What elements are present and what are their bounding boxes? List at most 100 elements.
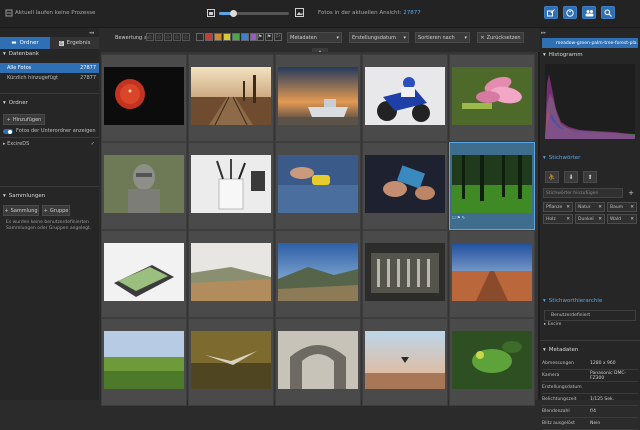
small-image-icon[interactable] xyxy=(207,9,215,17)
tab-folders[interactable]: ▬ Ordner xyxy=(0,37,50,49)
hierarchy-item-custom[interactable]: Benutzerdefiniert xyxy=(544,310,636,321)
photo-stone-statue xyxy=(104,155,184,213)
flag-filters[interactable]: ⚑ ⚑ ⚐ xyxy=(256,33,282,41)
flag-icon[interactable]: ⚑ xyxy=(256,33,264,41)
keywords-header[interactable]: ▾ Stichwörter xyxy=(543,155,580,161)
date-dropdown[interactable]: Erstellungsdatum ▾ xyxy=(349,32,409,43)
photo-tile[interactable]: ☐ ⚑ ✎ xyxy=(449,142,535,230)
photo-tile[interactable] xyxy=(362,142,448,230)
metadata-header[interactable]: ▾ Metadaten xyxy=(543,347,578,353)
photo-tile[interactable] xyxy=(449,54,535,142)
rating-stars[interactable]: ☆ ☆ ☆ ☆ ☆ xyxy=(146,33,190,41)
slider-handle[interactable] xyxy=(230,10,237,17)
metadata-row: Erstellungsdatum xyxy=(542,382,638,394)
photo-tile[interactable] xyxy=(362,318,448,406)
remove-tag-icon[interactable]: ✕ xyxy=(598,205,602,210)
photo-green-forest xyxy=(452,155,532,213)
remove-tag-icon[interactable]: ✕ xyxy=(630,217,634,222)
metadata-dropdown[interactable]: Metadaten ▾ xyxy=(287,32,342,43)
divider xyxy=(540,340,640,341)
window-edit-icon xyxy=(547,8,555,16)
keyword-action-button[interactable]: ⛹ xyxy=(545,171,559,183)
photo-tile[interactable] xyxy=(449,318,535,406)
reject-flag-icon[interactable]: ⚐ xyxy=(274,33,282,41)
chevron-down-icon: ▾ xyxy=(543,155,546,161)
color-swatch[interactable] xyxy=(205,33,213,41)
color-label-filters[interactable] xyxy=(196,33,258,41)
chevron-down-icon: ▾ xyxy=(403,34,406,41)
keyword-import-button[interactable]: ⬇ xyxy=(564,171,578,183)
photo-tile[interactable] xyxy=(101,54,187,142)
add-collection-button[interactable]: + Sammlung xyxy=(3,205,39,216)
thumbnail-size-slider[interactable] xyxy=(219,10,289,17)
collapse-left-icon[interactable]: ◂◂ xyxy=(89,30,94,36)
star-icon[interactable]: ☆ xyxy=(173,33,181,41)
remove-tag-icon[interactable]: ✕ xyxy=(630,205,634,210)
collapse-right-icon[interactable]: ▸▸ xyxy=(541,30,546,36)
add-group-button[interactable]: + Gruppe xyxy=(42,205,70,216)
tile-action-icons[interactable]: ☐ ⚑ ✎ xyxy=(452,215,465,220)
folders-section-header[interactable]: ▾ Ordner xyxy=(3,100,28,106)
add-keyword-icon[interactable]: + xyxy=(626,188,636,198)
no-color-swatch[interactable] xyxy=(196,33,204,41)
photo-tile[interactable] xyxy=(101,318,187,406)
color-swatch[interactable] xyxy=(223,33,231,41)
keyword-tag[interactable]: Pflanze ✕ xyxy=(543,202,573,212)
keyword-input[interactable]: Stichwörter hinzufügen xyxy=(543,188,623,198)
palette-button[interactable] xyxy=(563,6,577,19)
hierarchy-header[interactable]: ▾ Stichworthierarchie xyxy=(543,298,602,304)
photo-tile[interactable] xyxy=(101,142,187,230)
star-icon[interactable]: ☆ xyxy=(164,33,172,41)
photo-tile[interactable] xyxy=(275,142,361,230)
photo-railway-sunset xyxy=(191,67,271,125)
photo-tile[interactable] xyxy=(275,54,361,142)
photo-tile[interactable] xyxy=(188,230,274,318)
keyword-tag[interactable]: Wald ✕ xyxy=(607,214,637,224)
edit-window-button[interactable] xyxy=(544,6,558,19)
photo-tile[interactable] xyxy=(275,318,361,406)
hierarchy-item-excire[interactable]: ▸ Excire xyxy=(544,322,561,327)
keyword-tag[interactable]: Holz ✕ xyxy=(543,214,573,224)
remove-tag-icon[interactable]: ✕ xyxy=(566,205,570,210)
remove-tag-icon[interactable]: ✕ xyxy=(598,217,602,222)
chevron-down-icon: ▾ xyxy=(543,347,546,353)
db-item-all-photos[interactable]: Alle Fotos 27877 xyxy=(0,63,99,73)
histogram-header[interactable]: ▾ Histogramm xyxy=(543,52,583,58)
star-icon[interactable]: ☆ xyxy=(182,33,190,41)
photo-tile[interactable] xyxy=(449,230,535,318)
folder-item-excireds[interactable]: ▸ ExcireDS ✓ xyxy=(0,138,99,149)
search-button[interactable] xyxy=(601,6,615,19)
tab-results[interactable]: G Ergebnis xyxy=(50,37,99,49)
photo-tile[interactable] xyxy=(275,230,361,318)
large-image-icon[interactable] xyxy=(295,8,304,17)
add-folder-button[interactable]: + Hinzufügen xyxy=(3,114,45,125)
photo-tile[interactable] xyxy=(188,318,274,406)
remove-tag-icon[interactable]: ✕ xyxy=(566,217,570,222)
photo-tile[interactable] xyxy=(101,230,187,318)
photo-tile[interactable] xyxy=(362,54,448,142)
keyword-tag[interactable]: Dunkel ✕ xyxy=(575,214,605,224)
photo-tile[interactable] xyxy=(188,54,274,142)
color-swatch[interactable] xyxy=(232,33,240,41)
star-icon[interactable]: ☆ xyxy=(146,33,154,41)
keyword-tag[interactable]: Natur ✕ xyxy=(575,202,605,212)
star-icon[interactable]: ☆ xyxy=(155,33,163,41)
reset-button[interactable]: ✕ Zurücksetzen xyxy=(477,32,524,43)
sort-dropdown[interactable]: Sortieren nach ▾ xyxy=(415,32,470,43)
collections-section-header[interactable]: ▾ Sammlungen xyxy=(3,193,45,199)
subfolders-toggle[interactable] xyxy=(3,129,13,134)
people-button[interactable] xyxy=(582,6,596,19)
keyword-export-button[interactable]: ⬆ xyxy=(583,171,597,183)
export-icon: ⬆ xyxy=(587,173,593,181)
folder-icon: ▬ xyxy=(11,40,17,46)
color-swatch[interactable] xyxy=(241,33,249,41)
photo-tile[interactable] xyxy=(362,230,448,318)
database-section-header[interactable]: ▾ Datenbank xyxy=(3,51,39,57)
db-item-recent[interactable]: Kürzlich hinzugefügt 27877 xyxy=(0,73,99,83)
photo-tile[interactable] xyxy=(188,142,274,230)
color-swatch[interactable] xyxy=(214,33,222,41)
histogram-graph xyxy=(545,74,635,139)
keyword-tag[interactable]: Baum ✕ xyxy=(607,202,637,212)
photo-boat-shore xyxy=(278,67,358,125)
flag-icon[interactable]: ⚑ xyxy=(265,33,273,41)
